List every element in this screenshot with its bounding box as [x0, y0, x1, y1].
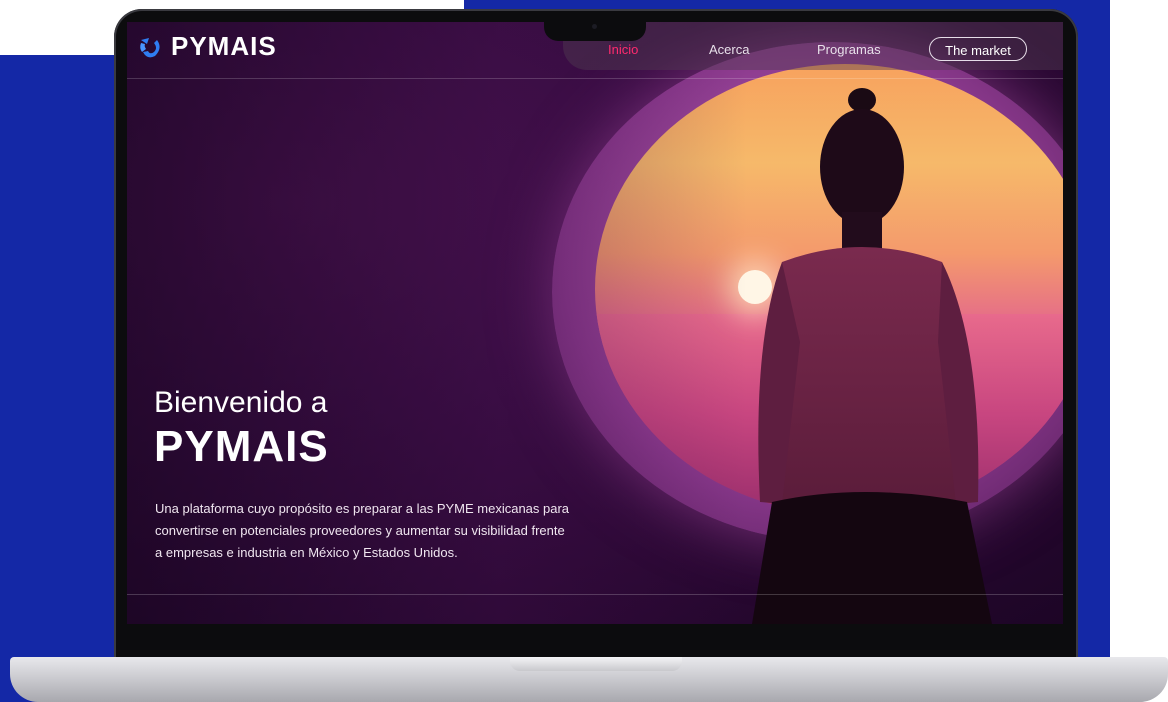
hero-title-line2: PYMAIS: [154, 422, 329, 471]
laptop-base-notch: [510, 657, 682, 671]
nav-link-inicio[interactable]: Inicio: [608, 42, 638, 57]
pymais-logo-icon: [140, 37, 160, 57]
camera-icon: [592, 24, 597, 29]
hero-description: Una plataforma cuyo propósito es prepara…: [155, 501, 570, 560]
brand-name: PYMAIS: [171, 31, 277, 61]
hero-title-line1: Bienvenido a: [154, 386, 328, 419]
nav-link-programas[interactable]: Programas: [817, 42, 881, 57]
section-divider: [127, 594, 1063, 595]
nav-link-acerca[interactable]: Acerca: [709, 42, 749, 57]
the-market-button[interactable]: The market: [929, 37, 1027, 61]
woman-silhouette: [752, 88, 992, 624]
site-logo[interactable]: PYMAIS: [137, 31, 277, 62]
laptop-notch: [544, 11, 646, 41]
website-screen: PYMAIS Inicio Acerca Programas The marke…: [127, 22, 1063, 624]
